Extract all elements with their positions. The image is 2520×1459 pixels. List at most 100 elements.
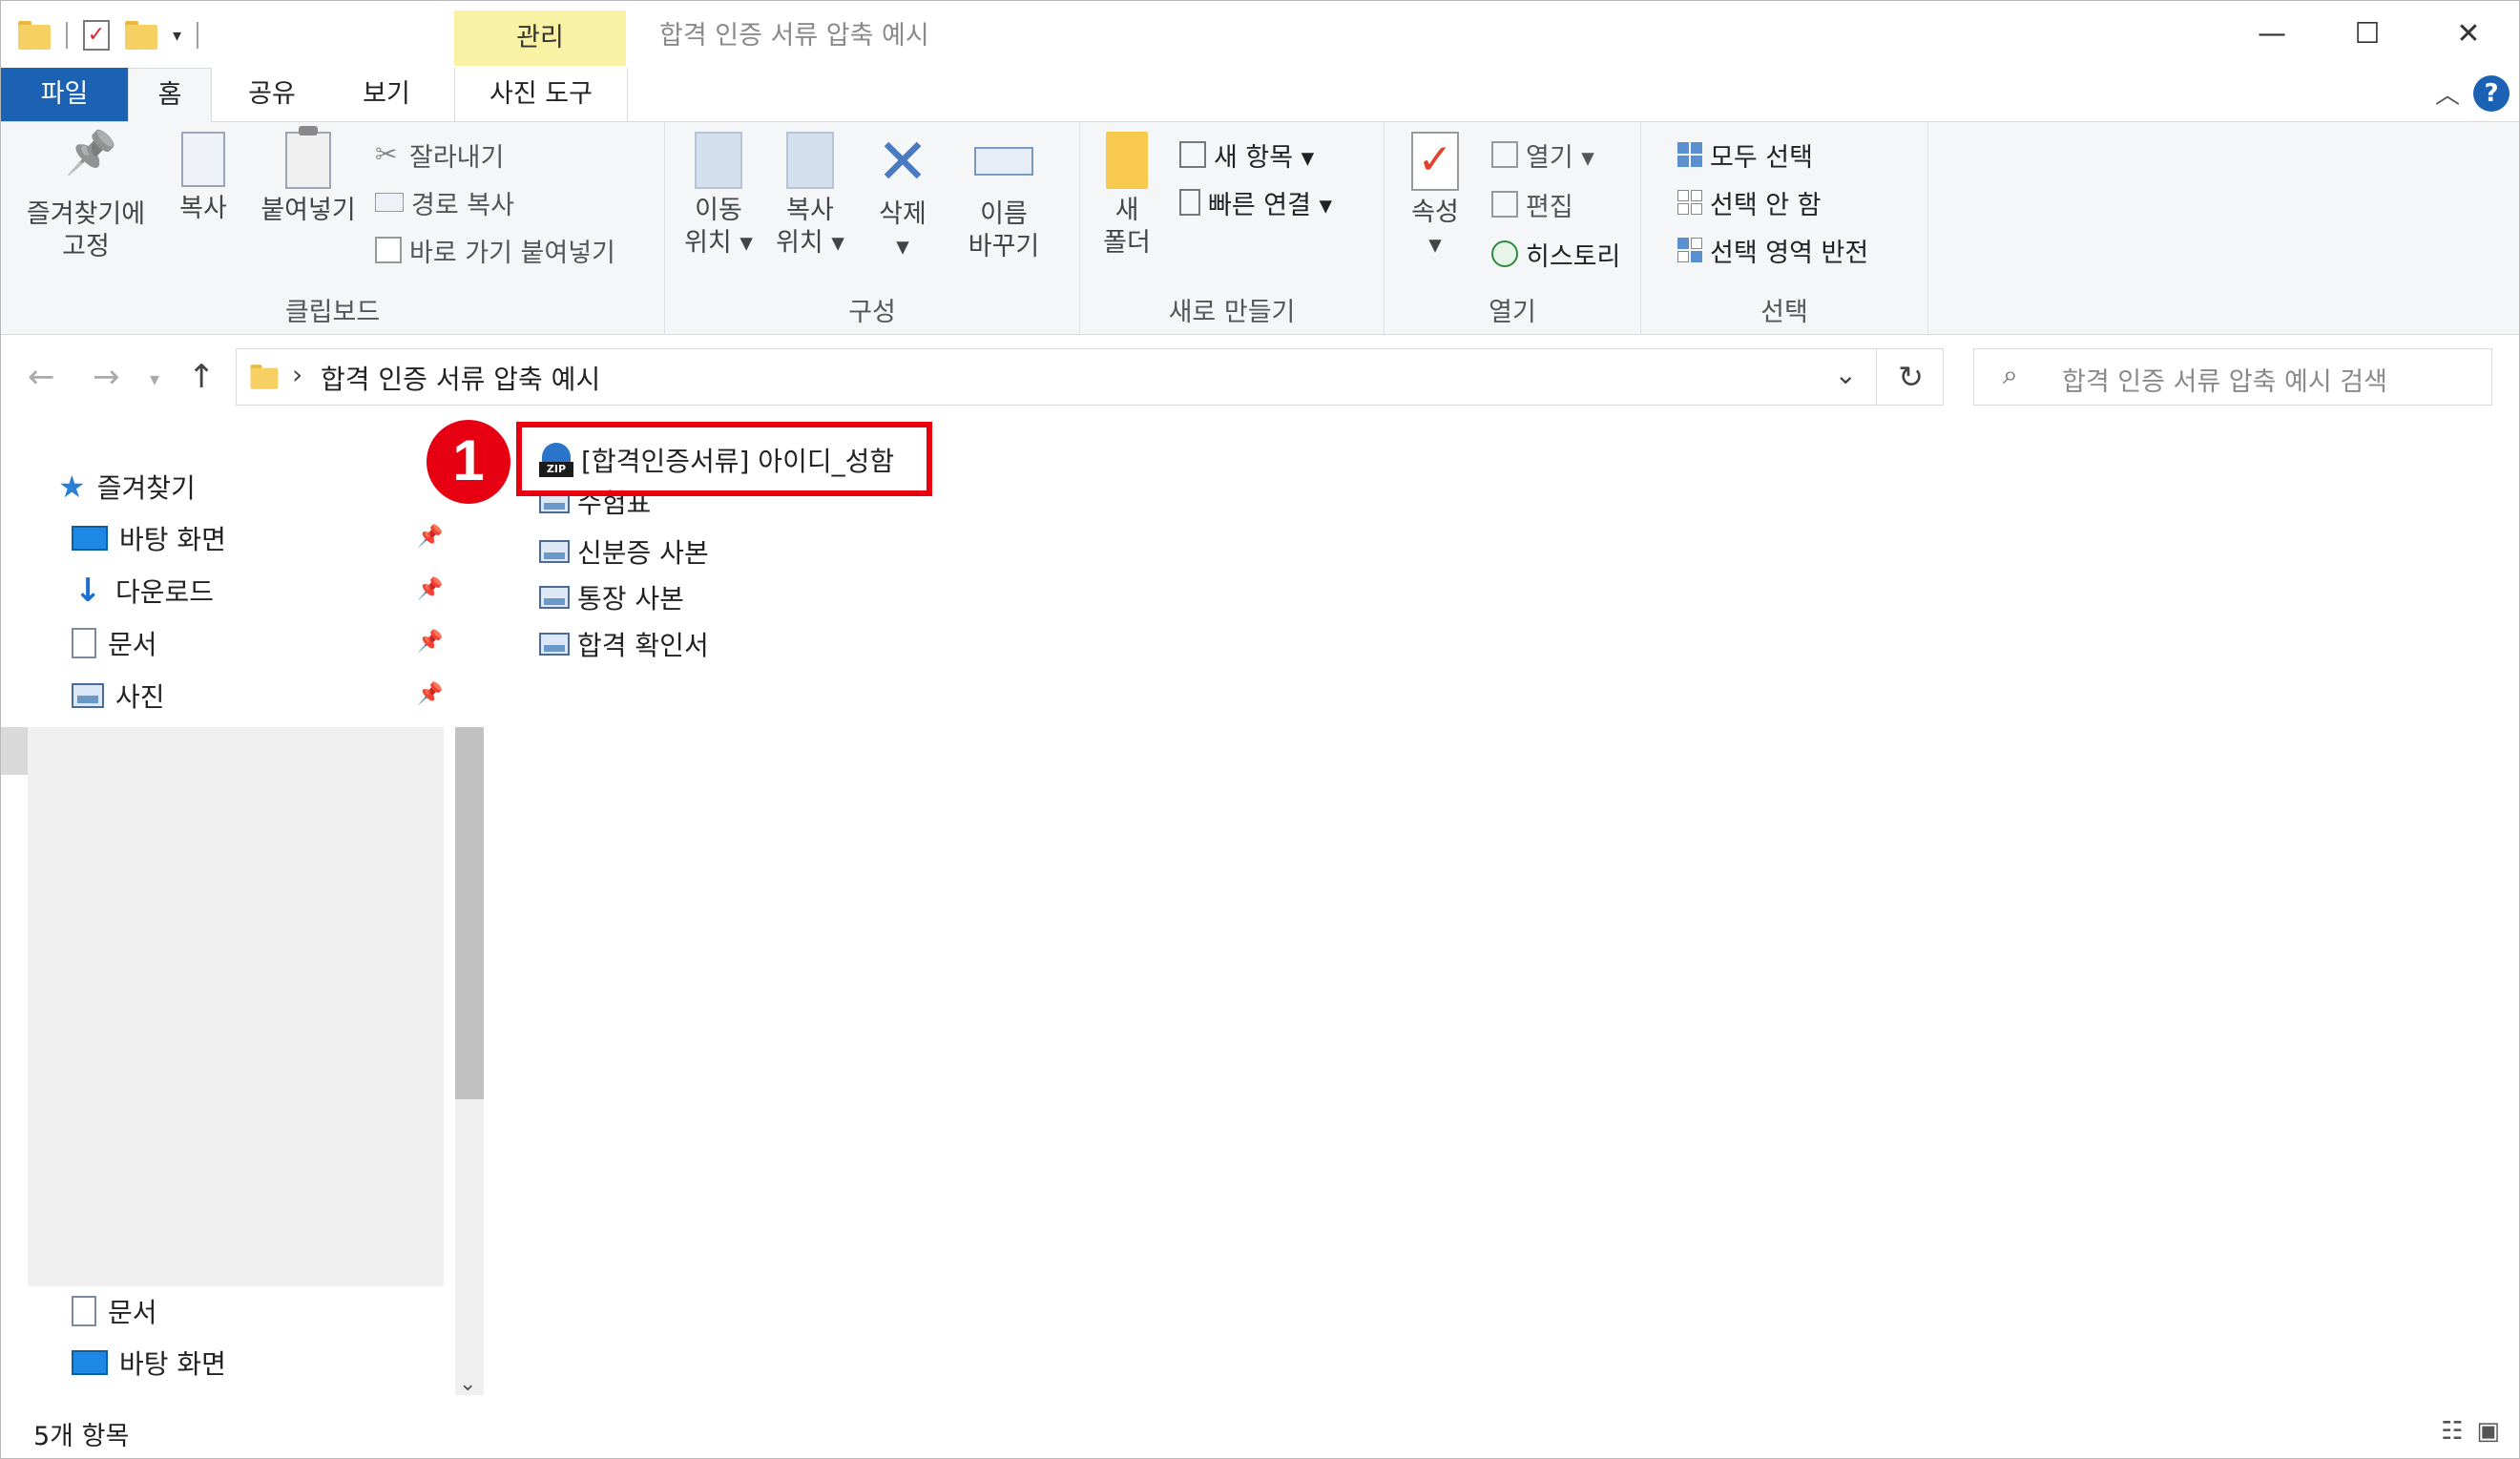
copy-path-icon [375,193,404,212]
list-item[interactable]: 합격 확인서 [539,625,709,663]
breadcrumb-chevron-icon[interactable]: › [292,359,302,390]
open-label: 열기 ▾ [1526,142,1594,173]
breadcrumb-current[interactable]: 합격 인증 서류 압축 예시 [321,359,600,397]
nav-item-label: 문서 [108,629,157,660]
navigation-pane: ★ 즐겨찾기 바탕 화면 📌 ↓ 다운로드 📌 문서 📌 사진 📌 문서 바탕 … [1,422,488,1405]
delete-dropdown-icon[interactable]: ▾ [867,231,938,263]
file-list: ZIP [합격인증서류] 아이디_성함 수험표 신분증 사본 통장 사본 합격 … [421,414,2510,1405]
group-new: 새 폴더 새 항목 ▾ 빠른 연결 ▾ 새로 만들기 [1080,122,1385,334]
paste-button[interactable]: 붙여넣기 [251,126,365,227]
easy-access-button[interactable]: 빠른 연결 ▾ [1179,183,1332,221]
search-placeholder: 합격 인증 서류 압축 예시 검색 [2062,367,2387,397]
nav-item-label: 사진 [115,681,165,713]
properties-icon[interactable]: ✓ [83,20,110,51]
tab-picture-tools[interactable]: 사진 도구 [454,68,628,121]
list-item[interactable]: 신분증 사본 [539,532,709,571]
address-bar[interactable]: › 합격 인증 서류 압축 예시 ⌄ [236,348,1944,406]
paste-shortcut-button[interactable]: 바로 가기 붙여넣기 [375,231,615,269]
nav-item-documents[interactable]: 문서 [72,622,157,664]
recent-locations-icon[interactable]: ▾ [150,367,159,390]
new-folder-label-2: 폴더 [1103,228,1151,258]
title-bar: ✓ ▾ 관리 합격 인증 서류 압축 예시 — ☐ ✕ [1,1,2519,68]
cut-button[interactable]: ✂ 잘라내기 [375,135,504,174]
delete-icon: ✕ [876,125,929,198]
new-folder-icon[interactable] [125,21,157,50]
context-tab-manage[interactable]: 관리 [454,10,626,66]
delete-button[interactable]: ✕ 삭제 ▾ [867,125,938,263]
tab-view[interactable]: 보기 [337,68,436,121]
select-none-icon [1677,190,1702,215]
select-none-label: 선택 안 함 [1710,190,1822,220]
list-item[interactable]: 통장 사본 [539,578,684,616]
new-folder-button[interactable]: 새 폴더 [1093,132,1160,260]
select-none-button[interactable]: 선택 안 함 [1677,183,1822,221]
nav-item-label: 문서 [108,1297,157,1328]
search-box[interactable]: ⌕ 합격 인증 서류 압축 예시 검색 [1973,348,2492,406]
image-file-icon [539,540,570,563]
help-icon[interactable]: ? [2473,75,2510,112]
blurred-nav-region [28,727,444,1286]
select-all-icon [1677,142,1702,167]
scroll-down-icon[interactable]: ⌄ [459,1372,476,1396]
nav-item-desktop[interactable]: 바탕 화면 [72,517,226,559]
select-all-button[interactable]: 모두 선택 [1677,135,1813,174]
ribbon-tabs: 파일 홈 공유 보기 사진 도구 ︿ ? [1,68,2519,123]
qat-separator [66,22,68,49]
refresh-icon[interactable]: ↻ [1876,348,1945,406]
collapse-ribbon-icon[interactable]: ︿ [2435,75,2460,111]
documents-icon [72,628,96,658]
new-item-button[interactable]: 새 항목 ▾ [1179,135,1314,174]
pictures-icon [72,683,104,708]
clipboard-group-label: 클립보드 [284,298,381,327]
large-icons-view-icon[interactable]: ▣ [2476,1417,2500,1446]
maximize-icon[interactable]: ☐ [2320,1,2415,68]
pin-icon: 📌 [417,630,444,654]
back-arrow-icon[interactable]: ← [28,358,55,396]
copyto-label-2: 위치 ▾ [776,228,844,258]
rename-button[interactable]: 이름 바꾸기 [951,132,1056,263]
address-dropdown-icon[interactable]: ⌄ [1835,359,1857,390]
nav-scrollbar-thumb[interactable] [455,727,484,1099]
nav-item-desktop-2[interactable]: 바탕 화면 [72,1342,226,1384]
group-open: ✓ 속성 ▾ 열기 ▾ 편집 히스토리 열기 [1385,122,1641,334]
nav-item-downloads[interactable]: ↓ 다운로드 [72,570,214,612]
move-label-2: 위치 ▾ [684,228,753,258]
desktop-icon [72,1350,108,1375]
qat-separator-2 [197,22,199,49]
edit-button[interactable]: 편집 [1491,185,1573,223]
edit-label: 편집 [1526,192,1573,222]
history-button[interactable]: 히스토리 [1491,235,1620,273]
tab-home[interactable]: 홈 [128,68,212,123]
paste-label: 붙여넣기 [260,196,356,225]
customize-qat-dropdown-icon[interactable]: ▾ [173,26,181,46]
invert-selection-label: 선택 영역 반전 [1710,238,1869,268]
copy-button[interactable]: 복사 [165,132,241,225]
item-count: 5개 항목 [33,1422,130,1451]
history-label: 히스토리 [1526,241,1621,272]
invert-selection-button[interactable]: 선택 영역 반전 [1677,231,1868,269]
nav-item-pictures[interactable]: 사진 [72,675,165,717]
close-icon[interactable]: ✕ [2421,1,2516,68]
status-bar: 5개 항목 ☷ ▣ [1,1406,2519,1458]
copy-to-button[interactable]: 복사 위치 ▾ [772,132,848,260]
forward-arrow-icon[interactable]: → [93,358,120,396]
nav-item-label: 바탕 화면 [119,524,226,555]
minimize-icon[interactable]: — [2224,1,2320,68]
copy-path-button[interactable]: 경로 복사 [375,183,514,221]
file-name: 신분증 사본 [577,537,709,569]
nav-quick-access[interactable]: ★ 즐겨찾기 [58,466,196,508]
open-group-label: 열기 [1489,298,1536,327]
tab-share[interactable]: 공유 [222,68,322,121]
move-to-icon [695,132,742,189]
nav-item-documents-2[interactable]: 문서 [72,1290,157,1332]
up-arrow-icon[interactable]: ↑ [188,358,216,396]
open-button[interactable]: 열기 ▾ [1491,135,1594,174]
search-icon: ⌕ [2003,359,2018,390]
pin-to-quick-access-button[interactable]: 즐겨찾기에 고정 [14,132,157,263]
properties-button[interactable]: ✓ 속성 ▾ [1394,132,1476,261]
select-all-label: 모두 선택 [1710,142,1813,173]
tab-file[interactable]: 파일 [1,68,128,121]
details-view-icon[interactable]: ☷ [2441,1417,2463,1446]
properties-dropdown-icon[interactable]: ▾ [1394,229,1476,261]
move-to-button[interactable]: 이동 위치 ▾ [680,132,757,260]
